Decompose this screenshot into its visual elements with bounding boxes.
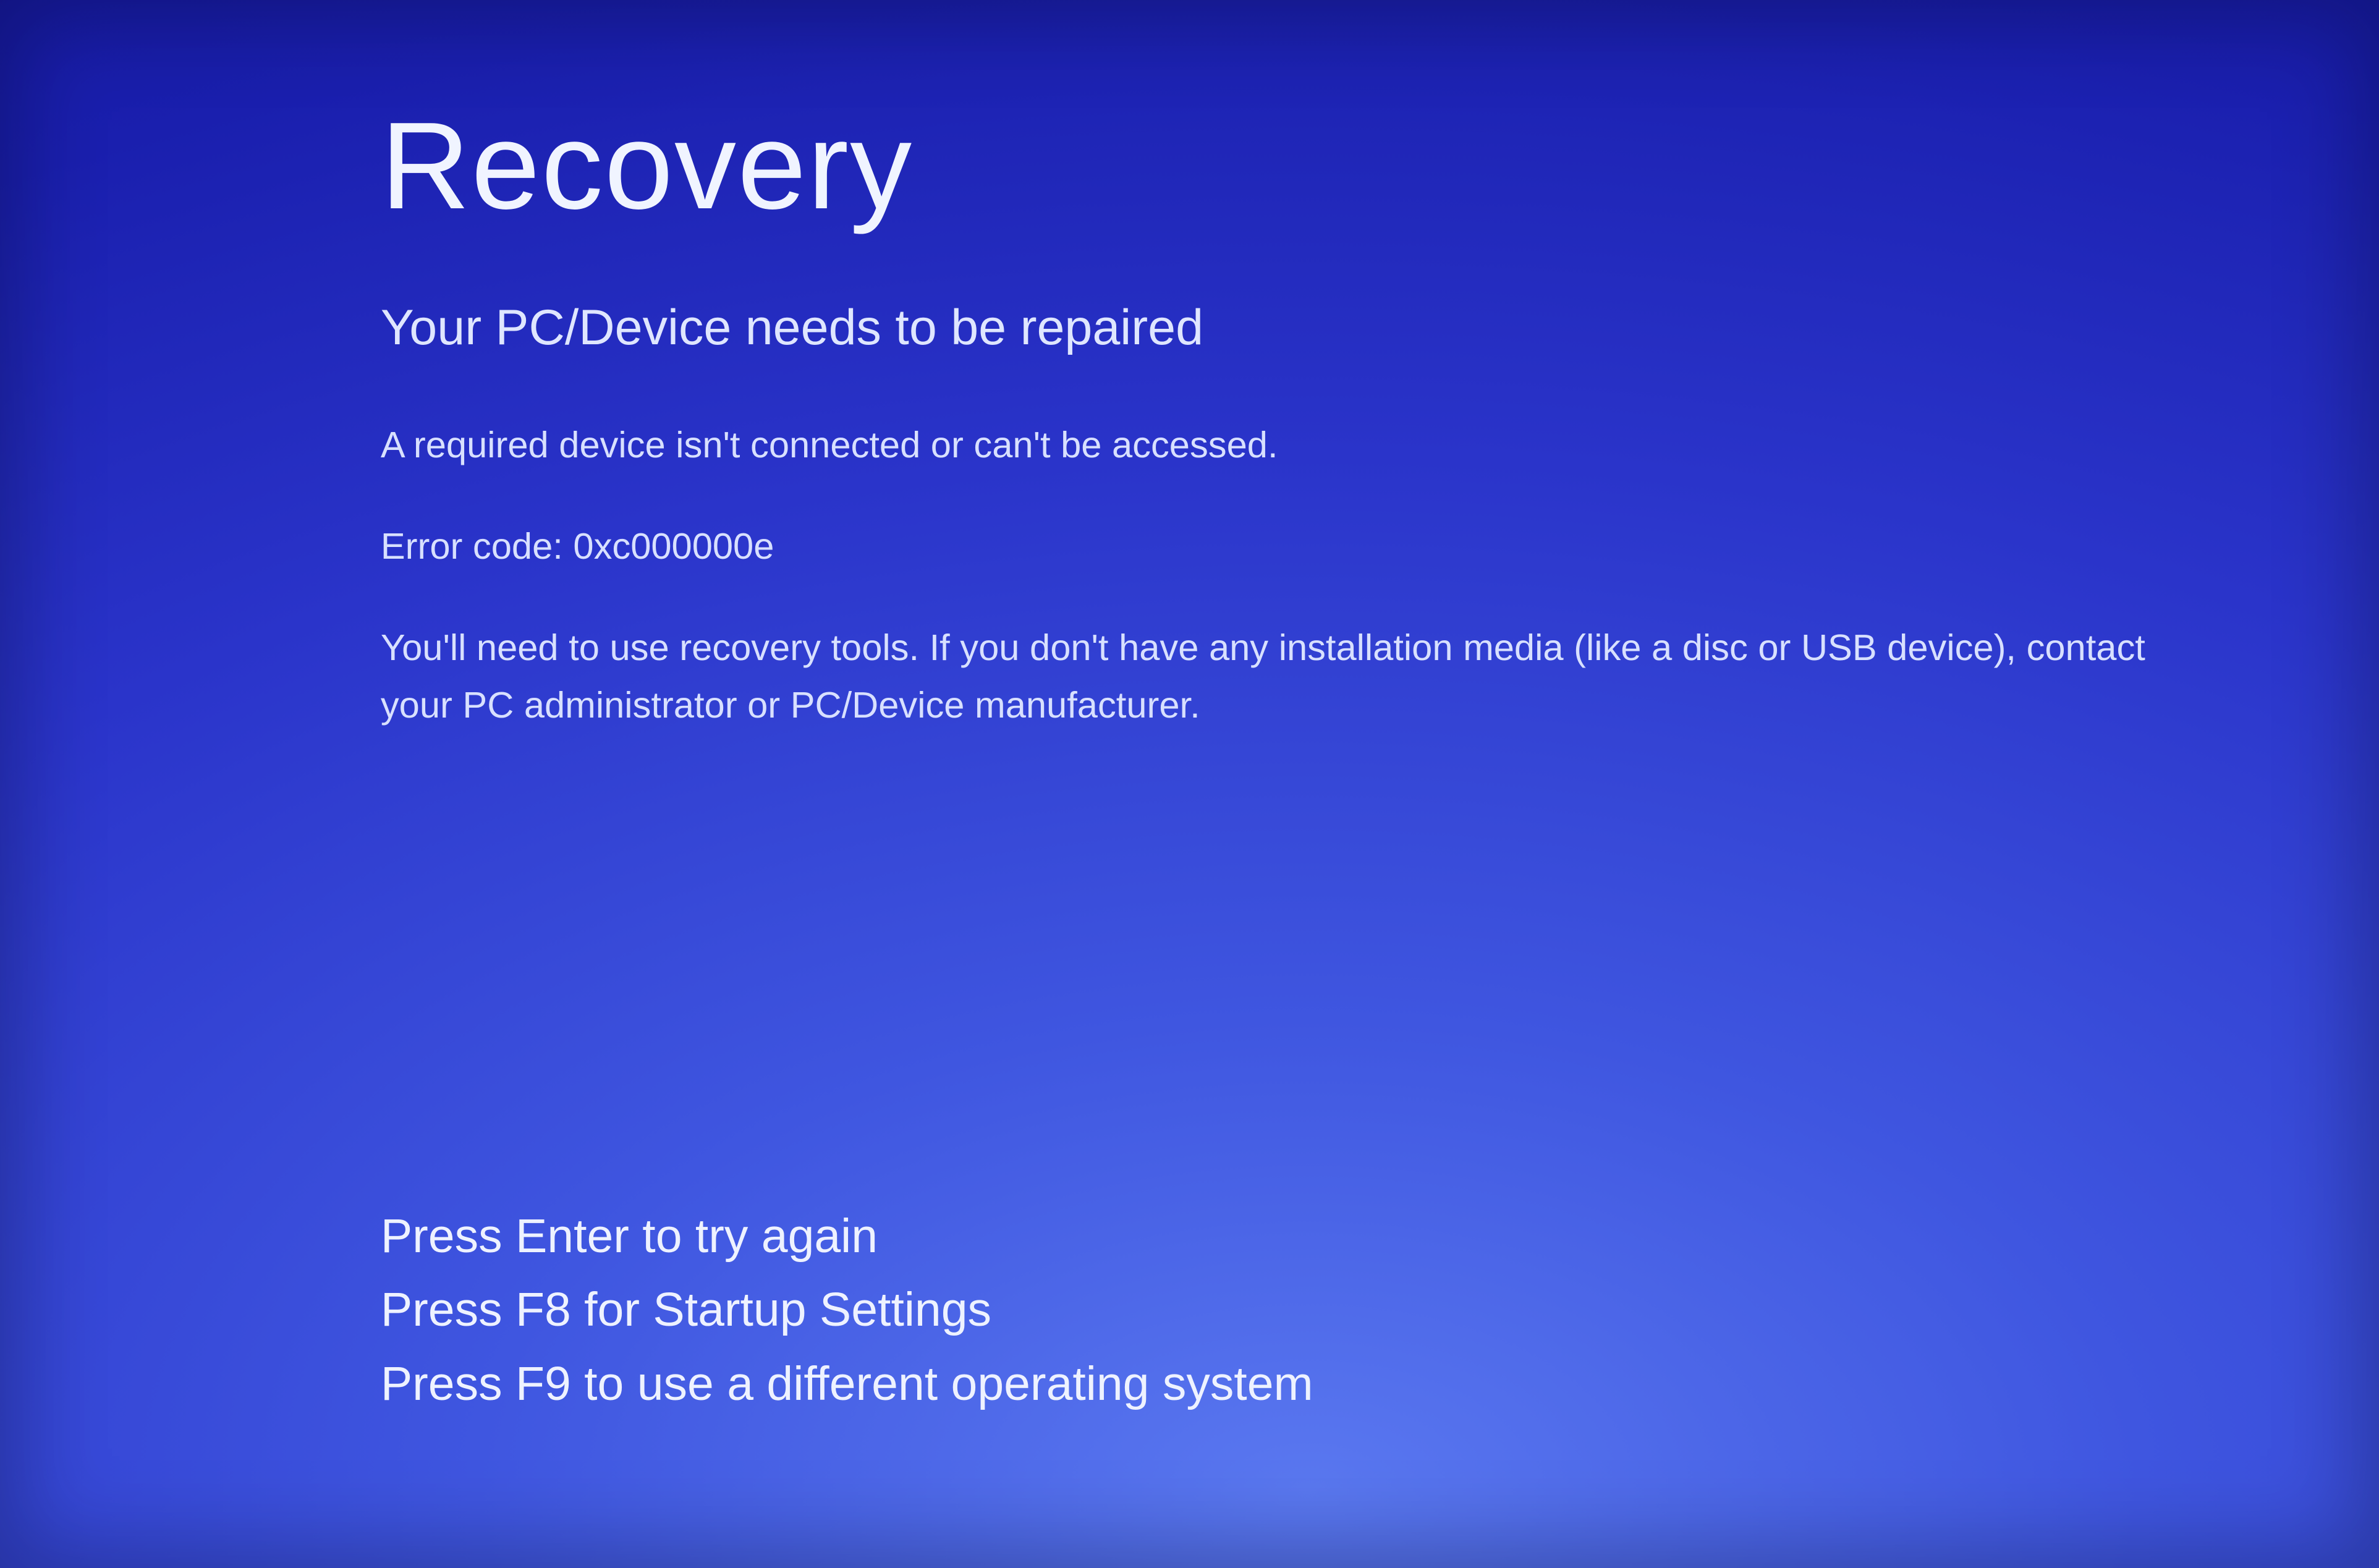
recovery-title: Recovery [381,95,2260,237]
vertical-spacer [381,778,2260,1200]
recovery-actions: Press Enter to try again Press F8 for St… [381,1200,2260,1449]
recovery-subtitle: Your PC/Device needs to be repaired [381,299,2260,357]
action-f9-other-os[interactable]: Press F9 to use a different operating sy… [381,1347,2260,1421]
recovery-error-code: Error code: 0xc000000e [381,518,2165,575]
action-enter-retry[interactable]: Press Enter to try again [381,1200,2260,1273]
recovery-cause-text: A required device isn't connected or can… [381,417,2165,473]
recovery-instructions: You'll need to use recovery tools. If yo… [381,619,2165,734]
recovery-message-block: Recovery Your PC/Device needs to be repa… [381,95,2260,778]
recovery-screen: Recovery Your PC/Device needs to be repa… [0,0,2379,1568]
action-f8-startup-settings[interactable]: Press F8 for Startup Settings [381,1273,2260,1347]
